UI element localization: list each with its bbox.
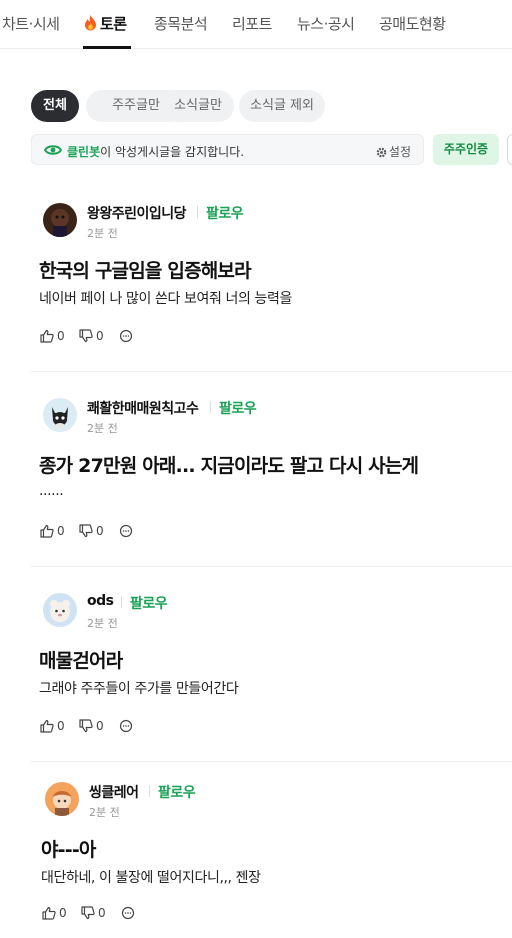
like-count: 0 (57, 329, 65, 343)
post-author[interactable]: 쾌활한매매원칙고수 (87, 398, 199, 418)
comment-bubble-icon (121, 906, 135, 920)
author-separator (197, 206, 198, 218)
post-time: 2분 전 (87, 617, 118, 630)
like-button[interactable]: 0 (42, 906, 67, 920)
post-body[interactable]: 대단하네, 이 불장에 떨어지다니,,, 젠장 (41, 867, 261, 887)
thumbs-up-icon (40, 329, 54, 343)
filter-chip-exclude-news[interactable]: 소식글 제외 (239, 90, 325, 122)
like-button[interactable]: 0 (40, 524, 65, 538)
author-separator (210, 401, 211, 413)
follow-button[interactable]: 팔로우 (130, 593, 168, 613)
follow-button[interactable]: 팔로우 (219, 398, 257, 418)
comment-button[interactable] (119, 329, 136, 343)
fire-icon (85, 15, 96, 31)
comment-bubble-icon (119, 329, 133, 343)
comment-button[interactable] (119, 524, 136, 538)
filter-chip-news-only[interactable]: 소식글만 (162, 90, 234, 122)
white-bear-avatar[interactable] (43, 593, 77, 627)
post-body[interactable]: 그래야 주주들이 주가를 만들어간다 (39, 678, 239, 698)
dislike-count: 0 (96, 524, 104, 538)
avatar-image-icon (43, 203, 77, 237)
like-button[interactable]: 0 (40, 719, 65, 733)
post-author[interactable]: 왕왕주린이입니당 (87, 203, 187, 223)
write-post-button[interactable] (507, 134, 512, 165)
dislike-count: 0 (96, 719, 104, 733)
filter-chip-all[interactable]: 전체 (31, 90, 79, 122)
thumbs-down-icon (81, 906, 95, 920)
post-body[interactable]: 네이버 페이 나 많이 쓴다 보여줘 너의 능력을 (39, 288, 292, 308)
tab-discussion-label: 토론 (100, 15, 127, 33)
comment-bubble-icon (119, 524, 133, 538)
dislike-button[interactable]: 0 (79, 524, 104, 538)
thumbs-up-icon (42, 906, 56, 920)
thumbs-down-icon (79, 719, 93, 733)
dislike-count: 0 (98, 906, 106, 920)
follow-button[interactable]: 팔로우 (158, 782, 196, 802)
dislike-button[interactable]: 0 (81, 906, 106, 920)
cleanbot-settings-label: 설정 (388, 145, 411, 159)
cleanbot-notice: 클린봇이 악성게시글을 감지합니다. 설정 (31, 134, 424, 165)
dislike-count: 0 (96, 329, 104, 343)
comment-bubble-icon (119, 719, 133, 733)
post-time: 2분 전 (87, 422, 118, 435)
post-title[interactable]: 야---아 (41, 835, 96, 862)
post-time: 2분 전 (89, 806, 120, 819)
cleanbot-message: 클린봇이 악성게시글을 감지합니다. (67, 143, 244, 160)
post-time: 2분 전 (87, 227, 118, 240)
cleanbot-brand: 클린봇 (67, 145, 101, 159)
like-button[interactable]: 0 (40, 329, 65, 343)
cleanbot-settings-button[interactable]: 설정 (376, 143, 411, 160)
cleanbot-eye-icon (44, 145, 62, 155)
tab-news-disclosure[interactable]: 뉴스·공시 (297, 13, 355, 34)
comment-button[interactable] (121, 906, 138, 920)
post-title[interactable]: 매물걷어라 (39, 646, 123, 673)
like-count: 0 (57, 719, 65, 733)
like-count: 0 (59, 906, 67, 920)
avatar-image-icon (43, 593, 77, 627)
thumbs-down-icon (79, 524, 93, 538)
post-title[interactable]: 한국의 구글임을 입증해보라 (39, 256, 252, 283)
post-author[interactable]: ods (87, 593, 114, 609)
tab-stock-analysis[interactable]: 종목분석 (154, 13, 208, 34)
orange-character-avatar[interactable] (45, 782, 79, 816)
thumbs-down-icon (79, 329, 93, 343)
post-divider (31, 566, 512, 567)
cleanbot-message-text: 이 악성게시글을 감지합니다. (100, 145, 245, 159)
post-author[interactable]: 씽클레어 (89, 782, 139, 802)
post-body[interactable]: ...... (39, 483, 64, 499)
active-tab-underline (83, 46, 131, 49)
avatar-image-icon (43, 398, 77, 432)
thumbs-up-icon (40, 719, 54, 733)
tab-discussion[interactable]: 토론 (84, 13, 127, 34)
black-cat-avatar[interactable] (43, 398, 77, 432)
tab-report[interactable]: 리포트 (232, 13, 272, 34)
post-divider (31, 371, 512, 372)
avatar-image-icon (45, 782, 79, 816)
post-title[interactable]: 종가 27만원 아래... 지금이라도 팔고 다시 사는게 (39, 451, 419, 478)
author-separator (149, 785, 150, 797)
shareholder-verify-button[interactable]: 주주인증 (433, 134, 499, 165)
like-count: 0 (57, 524, 65, 538)
post-divider (31, 761, 512, 762)
comment-button[interactable] (119, 719, 136, 733)
dislike-button[interactable]: 0 (79, 719, 104, 733)
follow-button[interactable]: 팔로우 (206, 203, 244, 223)
top-tab-bar: 차트·시세 토론 종목분석 리포트 뉴스·공시 공매도현황 (0, 0, 512, 49)
tab-chart-price[interactable]: 차트·시세 (2, 13, 60, 34)
tab-short-selling[interactable]: 공매도현황 (379, 13, 446, 34)
dark-character-avatar[interactable] (43, 203, 77, 237)
thumbs-up-icon (40, 524, 54, 538)
gear-icon (376, 147, 387, 158)
dislike-button[interactable]: 0 (79, 329, 104, 343)
author-separator (121, 596, 122, 608)
